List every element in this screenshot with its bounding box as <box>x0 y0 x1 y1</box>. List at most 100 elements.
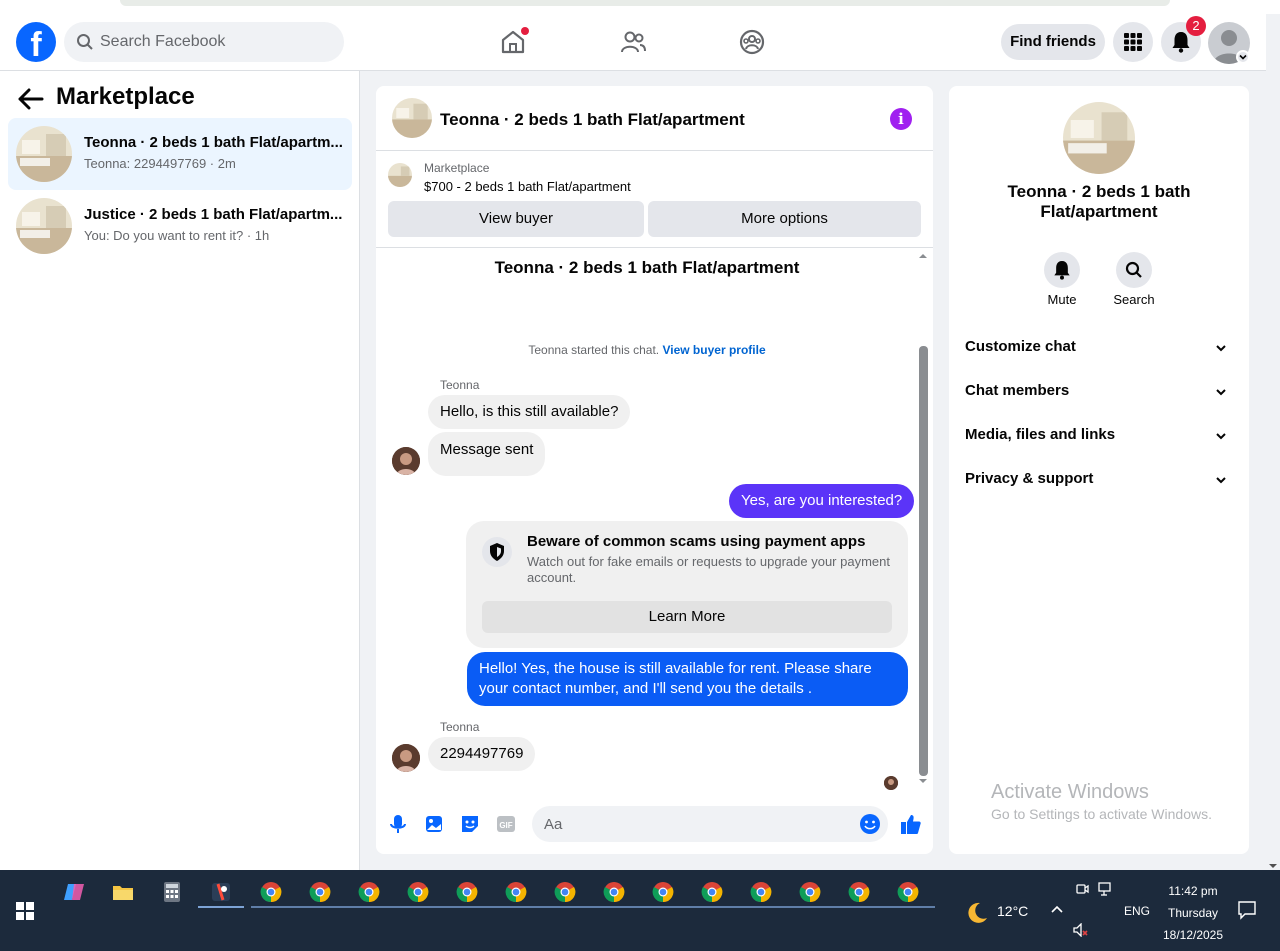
listing-description: $700 - 2 beds 1 bath Flat/apartment <box>424 179 631 194</box>
thumbs-up-icon[interactable] <box>899 812 923 836</box>
chat-title[interactable]: Teonna · 2 beds 1 bath Flat/apartment <box>440 110 745 130</box>
copilot-icon[interactable] <box>62 880 86 904</box>
chrome-profile-icon[interactable] <box>847 880 871 904</box>
chrome-profile-icon[interactable] <box>259 880 283 904</box>
network-icon[interactable] <box>1098 882 1114 896</box>
groups-icon[interactable] <box>738 28 766 56</box>
back-arrow-icon[interactable] <box>18 88 44 110</box>
listing-photo[interactable] <box>1063 102 1135 174</box>
chrome-profile-icon[interactable] <box>602 880 626 904</box>
chrome-profile-icon[interactable] <box>504 880 528 904</box>
chrome-profile-icon[interactable] <box>308 880 332 904</box>
row-label: Chat members <box>965 382 1070 399</box>
row-label: Customize chat <box>965 338 1076 355</box>
incoming-message[interactable]: Hello, is this still available? <box>428 395 631 429</box>
language-indicator[interactable]: ENG <box>1124 904 1150 918</box>
conversation-title: Teonna · 2 beds 1 bath Flat/apartm... <box>84 134 342 151</box>
info-icon[interactable]: i <box>890 108 912 130</box>
scam-warning-body: Watch out for fake emails or requests to… <box>527 554 890 585</box>
chat-members-row[interactable]: Chat members <box>965 372 1233 412</box>
search-in-chat-button[interactable] <box>1116 252 1152 288</box>
row-label: Media, files and links <box>965 426 1116 443</box>
top-navbar: f Find friends 2 <box>0 14 1266 71</box>
chrome-profile-icon[interactable] <box>700 880 724 904</box>
search-input[interactable] <box>100 22 330 62</box>
shield-icon <box>482 537 512 567</box>
chrome-profile-icon[interactable] <box>406 880 430 904</box>
home-notification-dot <box>521 27 529 35</box>
listing-thumbnail <box>388 163 412 187</box>
view-buyer-profile-link[interactable]: View buyer profile <box>662 343 765 357</box>
clock-date: 18/12/2025 <box>1162 928 1224 942</box>
account-menu-caret[interactable] <box>1236 50 1250 64</box>
chrome-profile-icon[interactable] <box>651 880 675 904</box>
gif-icon[interactable]: GIF <box>494 812 518 836</box>
windows-start-icon[interactable] <box>16 902 34 920</box>
sticker-icon[interactable] <box>458 812 482 836</box>
view-buyer-button[interactable]: View buyer <box>388 201 644 237</box>
chrome-profile-icon[interactable] <box>749 880 773 904</box>
chat-window: Teonna · 2 beds 1 bath Flat/apartment i … <box>376 86 933 854</box>
active-app-indicator <box>198 906 244 908</box>
listing-thumbnail <box>16 198 72 254</box>
windows-taskbar: 12°C ENG 11:42 pm Thursday 18/12/2025 <box>0 870 1280 951</box>
find-friends-button[interactable]: Find friends <box>1001 24 1105 60</box>
moon-weather-icon[interactable] <box>964 900 990 926</box>
bell-icon <box>1172 32 1190 53</box>
conversation-list-panel: Marketplace Teonna · 2 beds 1 bath Flat/… <box>0 71 360 870</box>
sender-avatar[interactable] <box>392 447 420 475</box>
conversation-item-justice[interactable]: Justice · 2 beds 1 bath Flat/apartm... Y… <box>8 190 352 262</box>
search-label: Search <box>1113 292 1155 307</box>
media-files-links-row[interactable]: Media, files and links <box>965 416 1233 456</box>
calculator-icon[interactable] <box>160 880 184 904</box>
sender-avatar[interactable] <box>392 744 420 772</box>
volume-muted-icon[interactable] <box>1073 923 1089 937</box>
microphone-icon[interactable] <box>386 812 410 836</box>
page-scrollbar[interactable] <box>1266 14 1280 870</box>
notification-center-icon[interactable] <box>1237 900 1257 920</box>
chat-started-notice: Teonna started this chat. View buyer pro… <box>376 343 918 357</box>
marketplace-title: Marketplace <box>56 83 195 110</box>
chevron-down-icon <box>1239 54 1247 60</box>
chrome-profile-icon[interactable] <box>798 880 822 904</box>
scam-warning-title: Beware of common scams using payment app… <box>527 533 866 550</box>
conversation-item-teonna[interactable]: Teonna · 2 beds 1 bath Flat/apartm... Te… <box>8 118 352 190</box>
chat-scrollbar-thumb[interactable] <box>919 346 928 776</box>
snipping-tool-icon[interactable] <box>209 880 233 904</box>
menu-button[interactable] <box>1113 22 1153 62</box>
message-input-wrapper[interactable] <box>532 806 888 842</box>
privacy-support-row[interactable]: Privacy & support <box>965 460 1233 500</box>
temperature-label[interactable]: 12°C <box>997 903 1028 919</box>
chat-header-thumbnail[interactable] <box>392 98 432 138</box>
outgoing-message[interactable]: Hello! Yes, the house is still available… <box>467 652 908 706</box>
chat-header: Teonna · 2 beds 1 bath Flat/apartment i <box>376 86 933 151</box>
running-apps-indicator <box>251 906 935 908</box>
mute-label: Mute <box>1047 292 1077 307</box>
message-input[interactable] <box>544 806 844 842</box>
clock-day: Thursday <box>1167 906 1219 920</box>
outgoing-message[interactable]: Yes, are you interested? <box>729 484 915 518</box>
chrome-profile-icon[interactable] <box>553 880 577 904</box>
photo-icon[interactable] <box>422 812 446 836</box>
customize-chat-row[interactable]: Customize chat <box>965 328 1233 368</box>
mute-button[interactable] <box>1044 252 1080 288</box>
chevron-up-icon[interactable] <box>1050 904 1064 914</box>
friends-icon[interactable] <box>619 28 647 56</box>
search-bar[interactable] <box>64 22 344 62</box>
notification-count-badge: 2 <box>1186 16 1206 36</box>
svg-text:GIF: GIF <box>499 821 512 830</box>
chrome-profile-icon[interactable] <box>896 880 920 904</box>
file-explorer-icon[interactable] <box>111 880 135 904</box>
clock[interactable]: 11:42 pm Thursday 18/12/2025 <box>1158 880 1228 946</box>
incoming-message[interactable]: 2294497769 <box>428 737 536 771</box>
emoji-icon[interactable] <box>859 813 881 835</box>
clock-time: 11:42 pm <box>1168 884 1218 898</box>
meeting-icon[interactable] <box>1075 882 1089 896</box>
chrome-profile-icon[interactable] <box>455 880 479 904</box>
more-options-button[interactable]: More options <box>648 201 921 237</box>
message-sender-name: Teonna <box>440 720 480 734</box>
facebook-logo[interactable]: f <box>16 22 56 62</box>
incoming-message[interactable]: Message sent <box>428 432 546 476</box>
learn-more-button[interactable]: Learn More <box>482 601 892 633</box>
chrome-profile-icon[interactable] <box>357 880 381 904</box>
